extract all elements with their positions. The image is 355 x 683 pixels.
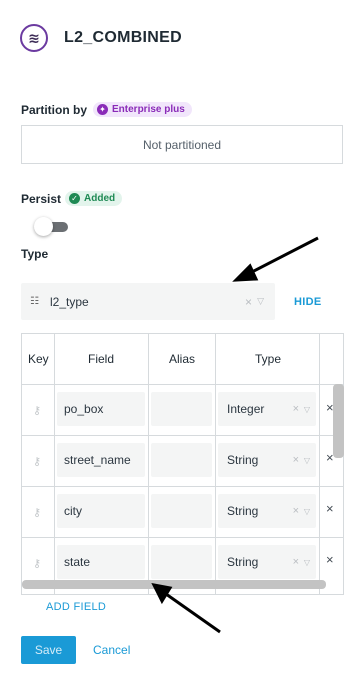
arrowhead-type xyxy=(232,263,259,282)
arrow-to-scrollbar xyxy=(165,592,221,634)
arrow-to-type-select xyxy=(247,236,319,276)
arrowhead-scrollbar xyxy=(151,582,173,605)
annotation-arrows xyxy=(151,236,319,634)
